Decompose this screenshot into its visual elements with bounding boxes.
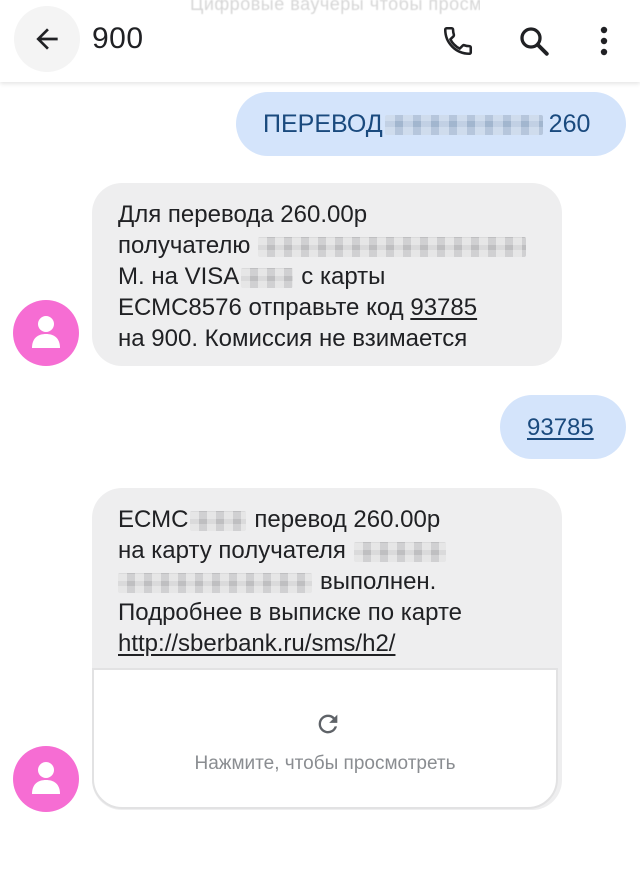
message-incoming-code[interactable]: Для перевода 260.00р получателю М. на VI… bbox=[92, 183, 562, 366]
redacted-card-number bbox=[241, 267, 294, 288]
app-bar: Цифровые ваучеры чтобы просмотреть 900 bbox=[0, 0, 640, 82]
redacted-name bbox=[258, 236, 527, 257]
sberbank-link[interactable]: http://sberbank.ru/sms/h2/ bbox=[118, 628, 462, 659]
conversation-title: 900 bbox=[92, 22, 144, 55]
message-outgoing-code[interactable]: 93785 bbox=[500, 395, 626, 459]
redacted-name bbox=[353, 541, 446, 562]
message-text: 260 bbox=[548, 110, 591, 138]
status-bar-ghost-text: Цифровые ваучеры чтобы просмотреть bbox=[190, 0, 480, 14]
redacted-name bbox=[384, 115, 543, 136]
message-text: М. на VISA bbox=[118, 263, 240, 290]
message-text: ПЕРЕВОД bbox=[263, 110, 383, 138]
code-link[interactable]: 93785 bbox=[527, 412, 594, 443]
refresh-icon bbox=[318, 714, 338, 734]
message-text: перевод 260.00р bbox=[254, 506, 441, 533]
message-line: Подробнее в выписке по карте bbox=[118, 599, 463, 626]
person-icon bbox=[32, 316, 60, 348]
sender-avatar[interactable] bbox=[13, 746, 79, 812]
message-outgoing-transfer[interactable]: ПЕРЕВОД 260 bbox=[236, 92, 626, 156]
message-text: получателю bbox=[118, 232, 251, 259]
redacted-name bbox=[118, 572, 312, 593]
search-icon[interactable] bbox=[516, 23, 552, 59]
back-button[interactable] bbox=[14, 6, 80, 72]
message-line: на 900. Комиссия не взимается bbox=[118, 325, 468, 352]
message-text: ЕСМС bbox=[118, 506, 189, 533]
arrow-back-icon bbox=[36, 28, 58, 50]
link-preview-card[interactable]: Нажмите, чтобы просмотреть bbox=[92, 668, 558, 809]
message-text: на карту получателя bbox=[118, 537, 346, 564]
message-text: ЕСМС8576 отправьте код bbox=[118, 294, 404, 321]
redacted-card-number bbox=[190, 510, 247, 531]
message-incoming-confirmation[interactable]: ЕСМС перевод 260.00р на карту получателя … bbox=[92, 488, 562, 810]
phone-icon[interactable] bbox=[441, 24, 475, 58]
confirmation-code[interactable]: 93785 bbox=[410, 294, 477, 321]
person-icon bbox=[32, 762, 60, 794]
preview-label: Нажмите, чтобы просмотреть bbox=[194, 753, 456, 774]
sender-avatar[interactable] bbox=[13, 300, 79, 366]
message-text: выполнен. bbox=[320, 568, 437, 595]
more-vert-icon[interactable] bbox=[592, 24, 616, 58]
message-text: с карты bbox=[301, 263, 386, 290]
message-line: Для перевода 260.00р bbox=[118, 201, 368, 228]
